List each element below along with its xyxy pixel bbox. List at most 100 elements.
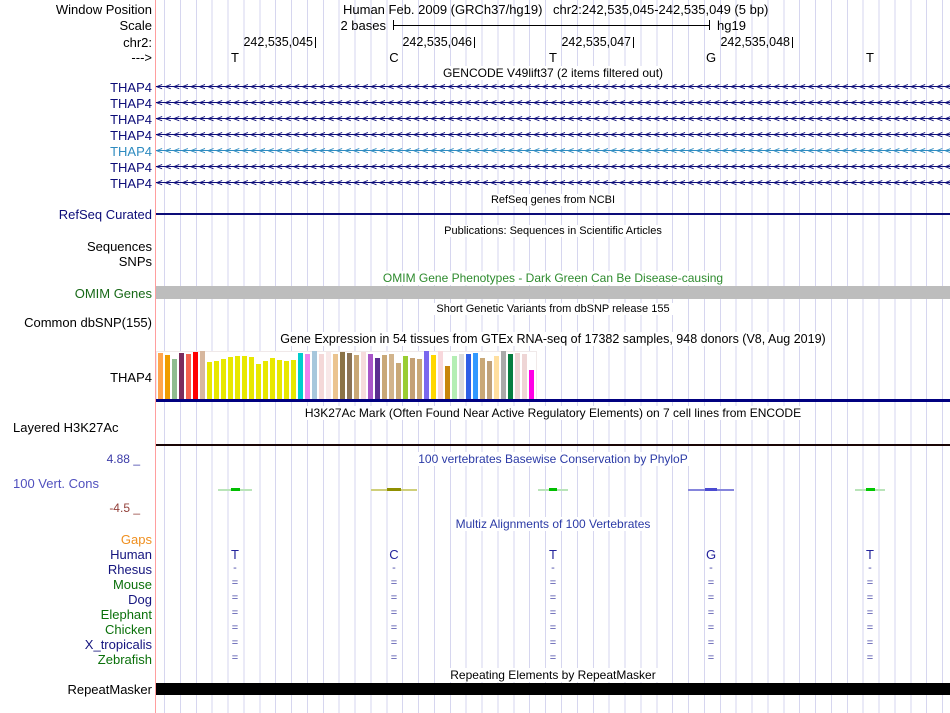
multiz-alignment-mark: = [549, 622, 557, 634]
gtex-tissue-bar [284, 361, 289, 399]
scale-bar-right-cap [709, 20, 710, 30]
multiz-species-label[interactable]: Rhesus [0, 563, 152, 576]
gene-transcript-thap4[interactable]: <<<<<<<<<<<<<<<<<<<<<<<<<<<<<<<<<<<<<<<<… [156, 127, 950, 143]
reference-base: T [231, 50, 239, 65]
gtex-tissue-bar [291, 360, 296, 399]
gtex-gene-label[interactable]: THAP4 [0, 371, 152, 384]
multiz-alignment-mark: = [866, 652, 874, 664]
gtex-tissue-bar [501, 351, 506, 399]
omim-track-title[interactable]: OMIM Gene Phenotypes - Dark Green Can Be… [156, 271, 950, 285]
publications-sequences-label[interactable]: Sequences [0, 240, 152, 253]
gene-label-thap4[interactable]: THAP4 [0, 129, 152, 142]
gtex-tissue-bar [368, 354, 373, 399]
gtex-tissue-bar [487, 361, 492, 399]
gene-label-thap4[interactable]: THAP4 [0, 161, 152, 174]
gene-label-thap4[interactable]: THAP4 [0, 81, 152, 94]
phylop-track-title[interactable]: 100 vertebrates Basewise Conservation by… [156, 452, 950, 466]
gtex-tissue-bar [214, 361, 219, 399]
gene-label-thap4[interactable]: THAP4 [0, 145, 152, 158]
dbsnp-track-title[interactable]: Short Genetic Variants from dbSNP releas… [156, 303, 950, 316]
gtex-tissue-bar [347, 353, 352, 399]
multiz-alignment-mark: - [392, 562, 396, 574]
gtex-tissue-bar [207, 362, 212, 399]
phylop-score-mark [865, 488, 875, 491]
gtex-tissue-bar [186, 354, 191, 399]
gene-transcript-thap4[interactable]: <<<<<<<<<<<<<<<<<<<<<<<<<<<<<<<<<<<<<<<<… [156, 159, 950, 175]
multiz-alignment-mark: = [549, 592, 557, 604]
phylop-max-value: 4.88 _ [106, 452, 140, 466]
gtex-tissue-bar [277, 360, 282, 399]
gene-transcript-thap4[interactable]: <<<<<<<<<<<<<<<<<<<<<<<<<<<<<<<<<<<<<<<<… [156, 111, 950, 127]
multiz-species-label[interactable]: Mouse [0, 578, 152, 591]
repeatmasker-item[interactable] [156, 683, 950, 695]
multiz-track-title[interactable]: Multiz Alignments of 100 Vertebrates [156, 517, 950, 531]
gtex-tissue-bar [375, 358, 380, 399]
multiz-alignment-mark: = [231, 622, 239, 634]
omim-genes-label[interactable]: OMIM Genes [0, 287, 152, 300]
multiz-species-label[interactable]: Gaps [0, 533, 152, 546]
multiz-alignment-mark: = [866, 607, 874, 619]
multiz-human-base: T [231, 547, 239, 562]
common-dbsnp-label[interactable]: Common dbSNP(155) [0, 316, 152, 329]
publications-snps-label[interactable]: SNPs [0, 255, 152, 268]
multiz-alignment-mark: = [231, 637, 239, 649]
gene-transcript-thap4[interactable]: <<<<<<<<<<<<<<<<<<<<<<<<<<<<<<<<<<<<<<<<… [156, 143, 950, 159]
multiz-human-base: G [705, 547, 717, 562]
gtex-tissue-bar [326, 352, 331, 399]
multiz-species-label[interactable]: Human [0, 548, 152, 561]
window-position-label: Window Position [55, 2, 152, 17]
phylop-score-mark [230, 488, 240, 491]
layered-h3k27ac-label[interactable]: Layered H3K27Ac [13, 421, 119, 434]
phylop-track-label[interactable]: 100 Vert. Cons [13, 477, 99, 490]
gene-transcript-thap4[interactable]: <<<<<<<<<<<<<<<<<<<<<<<<<<<<<<<<<<<<<<<<… [156, 79, 950, 95]
multiz-alignment-mark: = [707, 607, 715, 619]
refseq-curated-item[interactable] [156, 213, 950, 215]
repeatmasker-label[interactable]: RepeatMasker [0, 683, 152, 696]
multiz-species-label[interactable]: X_tropicalis [0, 638, 152, 651]
coordinate-tick [474, 37, 475, 48]
multiz-alignment-mark: = [231, 592, 239, 604]
multiz-alignment-mark: = [390, 577, 398, 589]
gtex-tissue-bar [235, 356, 240, 399]
gtex-tissue-bar [494, 356, 499, 399]
reference-base: T [549, 50, 557, 65]
gtex-tissue-bar [249, 357, 254, 399]
gene-transcript-thap4[interactable]: <<<<<<<<<<<<<<<<<<<<<<<<<<<<<<<<<<<<<<<<… [156, 175, 950, 191]
omim-gene-item[interactable] [156, 286, 950, 299]
multiz-alignment-mark: = [549, 577, 557, 589]
gene-label-thap4[interactable]: THAP4 [0, 97, 152, 110]
multiz-alignment-mark: = [390, 652, 398, 664]
gtex-tissue-bar [165, 355, 170, 399]
h3k27ac-track-baseline [156, 444, 950, 446]
gene-label-thap4[interactable]: THAP4 [0, 113, 152, 126]
gtex-tissue-bar [417, 359, 422, 399]
gtex-track-title[interactable]: Gene Expression in 54 tissues from GTEx … [156, 332, 950, 346]
publications-track-title[interactable]: Publications: Sequences in Scientific Ar… [156, 225, 950, 238]
multiz-species-label[interactable]: Chicken [0, 623, 152, 636]
gene-transcript-thap4[interactable]: <<<<<<<<<<<<<<<<<<<<<<<<<<<<<<<<<<<<<<<<… [156, 95, 950, 111]
gtex-barchart-item[interactable] [156, 351, 537, 400]
gtex-tissue-bar [522, 354, 527, 399]
refseq-track-title[interactable]: RefSeq genes from NCBI [156, 194, 950, 207]
repeatmasker-track-title[interactable]: Repeating Elements by RepeatMasker [156, 668, 950, 682]
assembly-title: Human Feb. 2009 (GRCh37/hg19) [343, 2, 543, 17]
multiz-alignment-mark: = [866, 592, 874, 604]
gtex-tissue-bar [172, 359, 177, 399]
multiz-alignment-mark: - [868, 562, 872, 574]
multiz-species-label[interactable]: Dog [0, 593, 152, 606]
gtex-tissue-bar [459, 354, 464, 399]
reference-base: T [866, 50, 874, 65]
gencode-track-title[interactable]: GENCODE V49lift37 (2 items filtered out) [156, 66, 950, 80]
gene-label-thap4[interactable]: THAP4 [0, 177, 152, 190]
gtex-tissue-bar [424, 351, 429, 399]
gtex-tissue-bar [263, 361, 268, 399]
h3k27ac-track-title[interactable]: H3K27Ac Mark (Often Found Near Active Re… [156, 406, 950, 420]
multiz-species-label[interactable]: Elephant [0, 608, 152, 621]
multiz-species-label[interactable]: Zebrafish [0, 653, 152, 666]
genome-browser-image: Window Position Scale chr2: ---> Human F… [0, 0, 950, 713]
assembly-short: hg19 [717, 18, 746, 33]
gtex-tissue-bar [312, 351, 317, 399]
gtex-track-baseline [156, 399, 950, 402]
gtex-tissue-bar [410, 358, 415, 399]
refseq-curated-label[interactable]: RefSeq Curated [0, 208, 152, 221]
